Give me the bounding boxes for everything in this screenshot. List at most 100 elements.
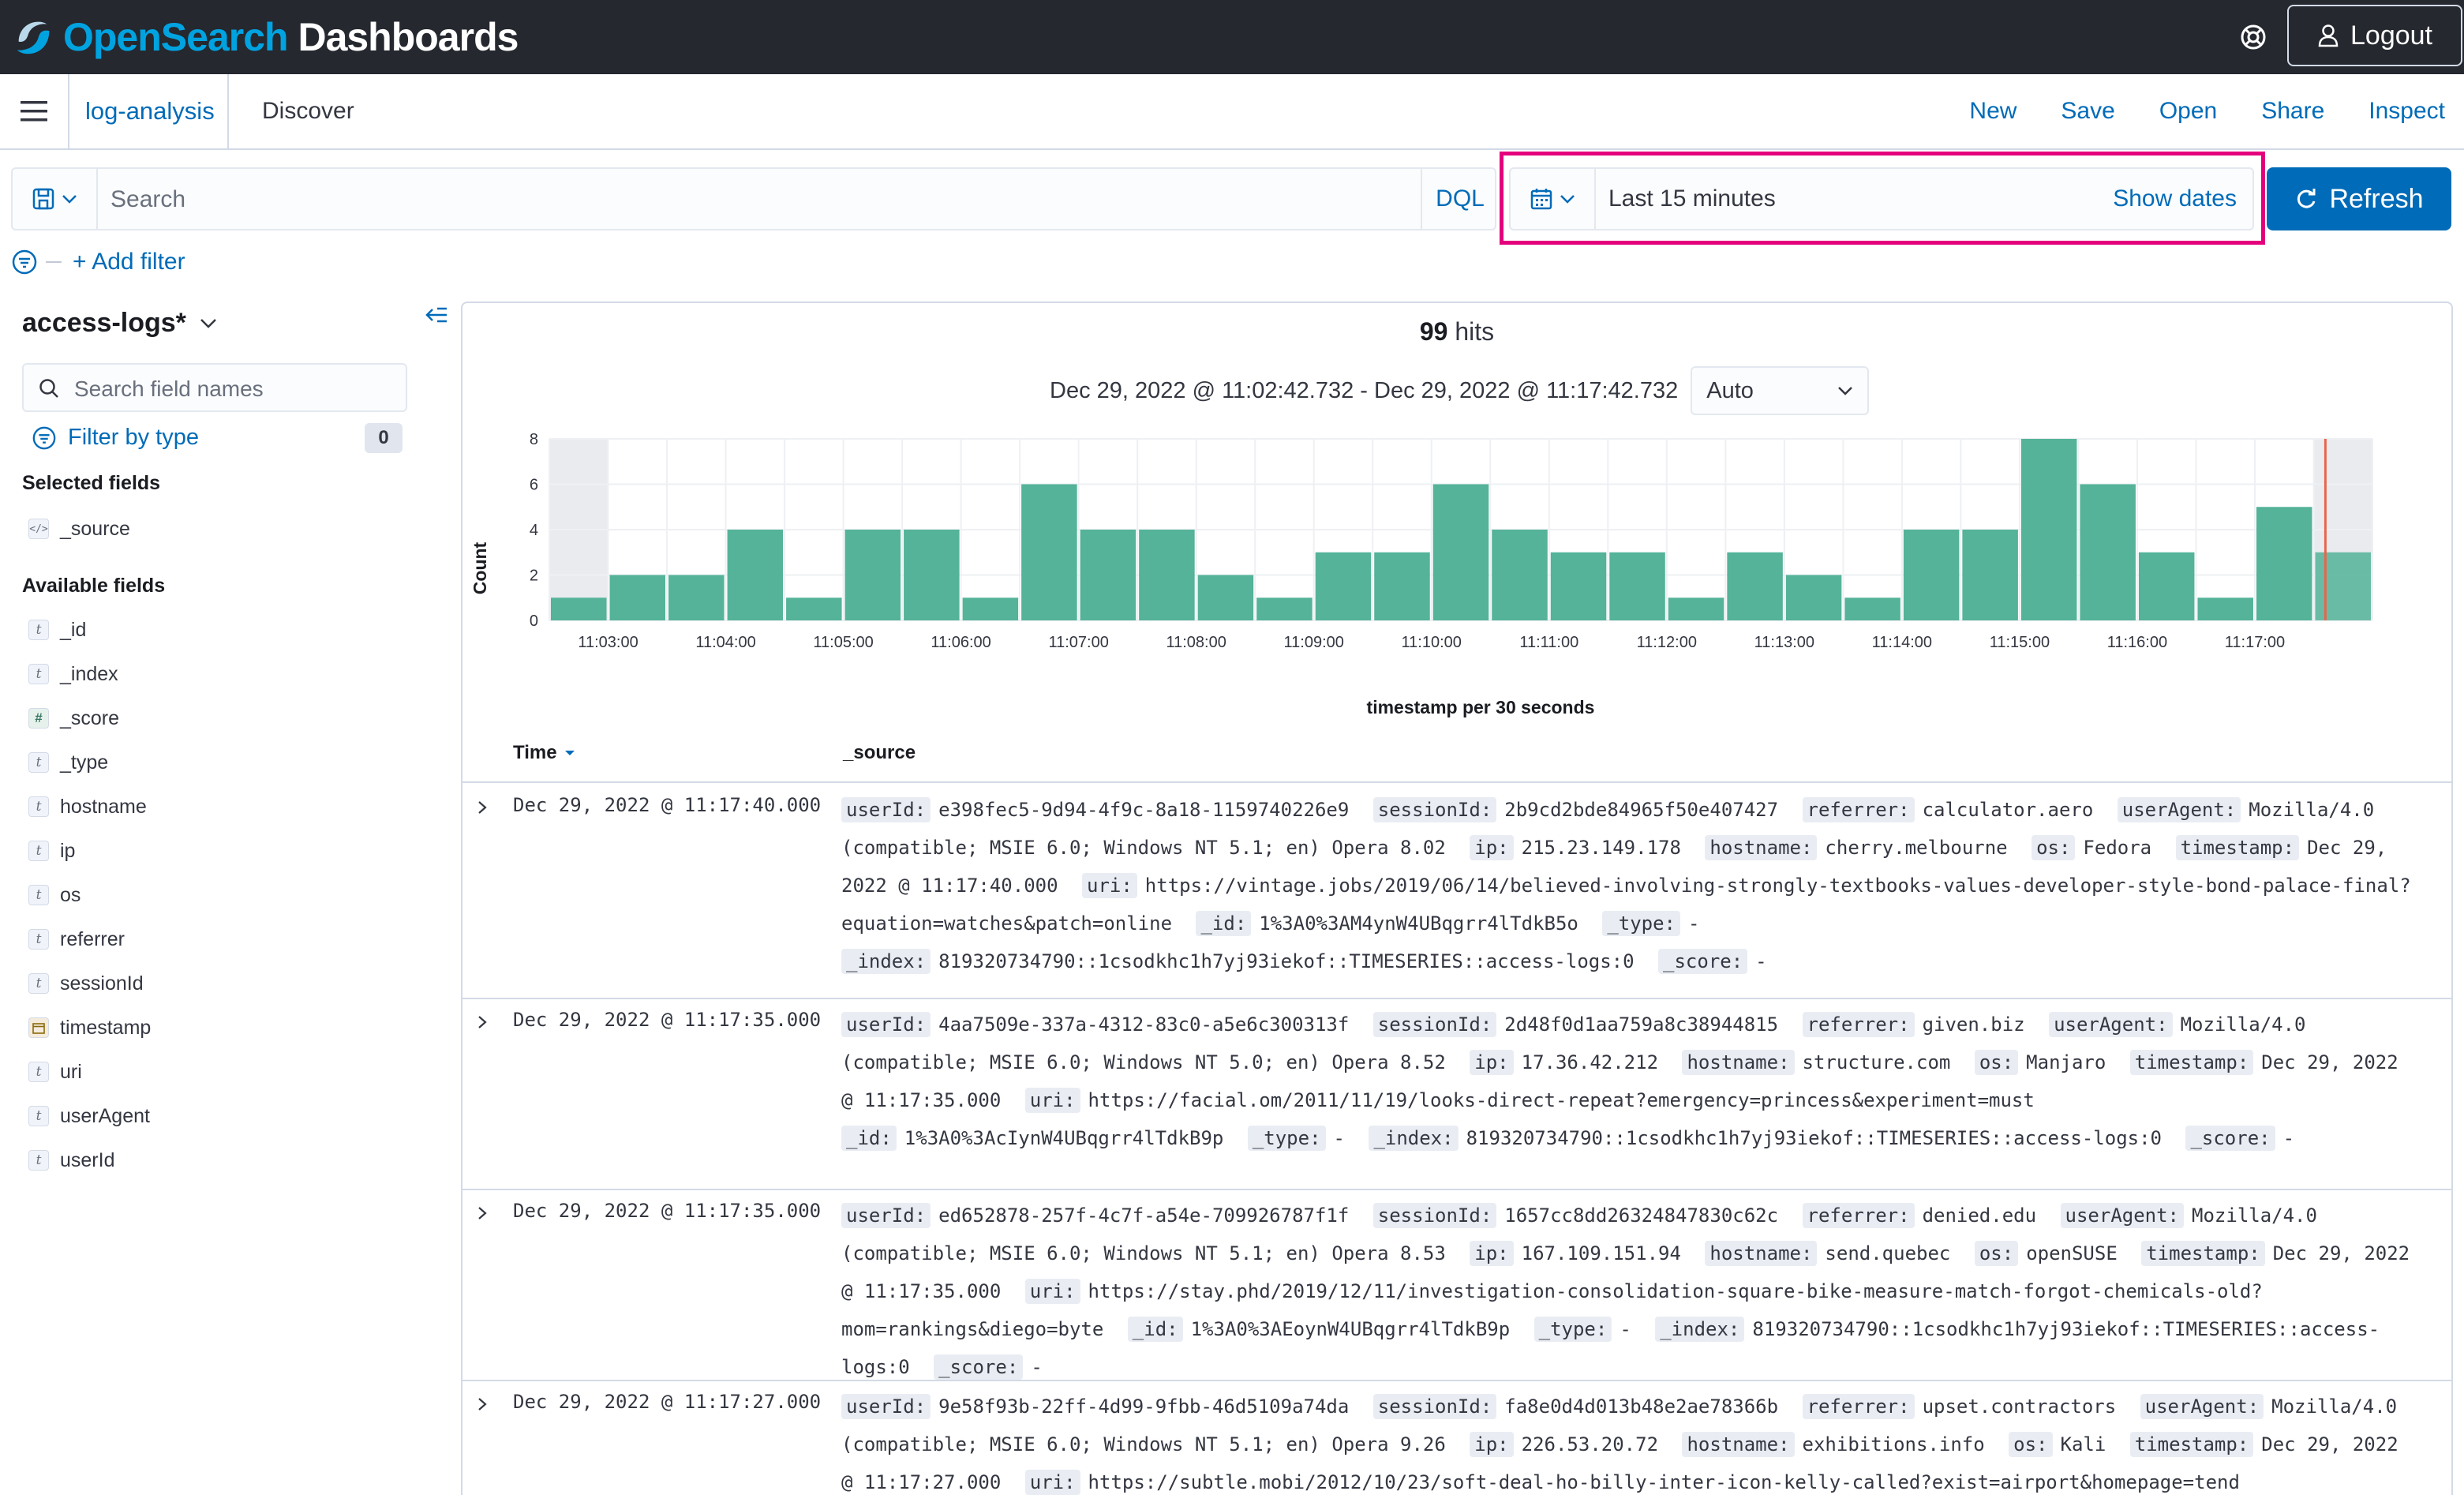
histogram-bar[interactable] [1492,530,1548,620]
logout-button[interactable]: Logout [2287,5,2462,66]
field-item-useragent[interactable]: t userAgent [28,1099,150,1133]
inspect-link[interactable]: Inspect [2369,98,2445,125]
source-field-key: timestamp: [2175,835,2300,860]
save-link[interactable]: Save [2061,98,2114,125]
help-icon[interactable] [2234,17,2273,57]
histogram-bar[interactable] [786,598,842,620]
string-field-icon: t [28,1106,49,1126]
hits-label: hits [1447,317,1495,346]
source-field-value: cherry.melbourne [1825,837,2008,859]
filter-by-type-button[interactable]: Filter by type [32,425,199,451]
field-item-os[interactable]: t os [28,878,81,912]
available-fields-title: Available fields [22,575,166,597]
histogram-bar[interactable] [1256,598,1313,620]
histogram-bar[interactable] [609,575,666,621]
datepicker: Last 15 minutes Show dates [1509,167,2254,230]
field-item-sessionid[interactable]: t sessionId [28,966,144,1001]
add-filter-button[interactable]: + Add filter [73,249,185,275]
histogram-bar[interactable] [1550,552,1607,620]
field-search-input[interactable] [73,371,399,407]
x-tick-label: 11:16:00 [2107,634,2167,651]
histogram-bar[interactable] [1197,575,1254,621]
histogram-bar[interactable] [2315,552,2371,620]
field-item-timestamp[interactable]: timestamp [28,1010,151,1045]
histogram-bar[interactable] [1785,575,1842,621]
histogram-bar[interactable] [1139,530,1195,620]
histogram-bar[interactable] [2256,507,2312,620]
row-source: userId: ed652878-257f-4c7f-a54e-709926787… [841,1197,2420,1386]
filter-options-icon[interactable] [11,249,38,275]
quick-select-button[interactable] [1511,169,1596,229]
open-link[interactable]: Open [2159,98,2217,125]
histogram-bar[interactable] [1080,530,1137,620]
histogram-bar[interactable] [2138,552,2195,620]
number-field-icon: # [28,708,49,729]
expand-row-chevron-icon[interactable] [472,1012,492,1032]
share-link[interactable]: Share [2261,98,2324,125]
histogram-bar[interactable] [2020,439,2077,620]
source-field-key: userAgent: [2049,1012,2173,1037]
histogram-bar[interactable] [2080,484,2136,621]
field-item-index[interactable]: t _index [28,657,118,691]
histogram-bar[interactable] [962,598,1019,620]
field-item-source[interactable]: </> _source [28,511,130,546]
menu-toggle-button[interactable] [0,74,69,148]
opensearch-logo[interactable]: OpenSearch Dashboards [11,11,519,63]
histogram-bar[interactable] [668,575,725,621]
field-item-userid[interactable]: t userId [28,1143,114,1178]
expand-row-chevron-icon[interactable] [472,1203,492,1223]
saved-queries-button[interactable] [13,169,98,229]
field-item-id[interactable]: t _id [28,613,86,647]
field-item-type[interactable]: t _type [28,745,108,780]
query-language-button[interactable]: DQL [1421,169,1498,229]
histogram-bar[interactable] [1668,598,1724,620]
histogram-bar[interactable] [1021,484,1077,621]
histogram-bar[interactable] [844,530,901,620]
date-range-text[interactable]: Last 15 minutes [1608,169,1776,229]
field-item-score[interactable]: # _score [28,701,119,736]
y-tick-label: 2 [530,568,538,585]
save-disk-icon [32,188,54,210]
histogram-bar[interactable] [1962,530,2018,620]
histogram-bar[interactable] [727,530,784,620]
search-icon [39,379,58,398]
expand-row-chevron-icon[interactable] [472,797,492,818]
search-input[interactable] [109,177,1422,223]
histogram-bar[interactable] [551,598,607,620]
field-name: referrer [60,927,125,950]
histogram-bar[interactable] [904,530,960,620]
histogram-bar[interactable] [2197,598,2253,620]
source-field-icon: </> [28,519,49,539]
histogram-bar[interactable] [1903,530,1960,620]
time-column-header[interactable]: Time [513,742,576,764]
field-item-ip[interactable]: t ip [28,834,75,868]
histogram-chart[interactable]: 0 2 4 6 8 11:03:00 11:04:00 11:05:00 11:06:00 11… [462,421,2451,737]
source-field-value: 1657cc8dd26324847830c62c [1504,1204,1779,1227]
histogram-bar[interactable] [1844,598,1900,620]
source-field-value: 226.53.20.72 [1521,1433,1659,1455]
interval-select[interactable]: Auto [1691,366,1870,415]
source-field-value: - [1031,1356,1043,1378]
breadcrumb-app-link[interactable]: log-analysis [85,74,229,148]
source-field-value: 9e58f93b-22ff-4d99-9fbb-46d5109a74da [938,1395,1350,1418]
field-name: _score [60,706,120,729]
field-item-hostname[interactable]: t hostname [28,789,147,824]
refresh-button[interactable]: Refresh [2267,167,2451,230]
expand-row-chevron-icon[interactable] [472,1394,492,1414]
source-field-key: sessionId: [1372,1394,1497,1419]
histogram-bar[interactable] [1315,552,1372,620]
source-field-key: ip: [1470,1432,1514,1457]
field-item-uri[interactable]: t uri [28,1055,82,1089]
show-dates-link[interactable]: Show dates [2113,169,2237,229]
histogram-bar[interactable] [1432,484,1489,621]
source-field-key: _type: [1247,1126,1326,1151]
field-item-referrer[interactable]: t referrer [28,922,125,957]
histogram-bar[interactable] [1727,552,1783,620]
collapse-sidebar-icon[interactable] [423,303,450,327]
histogram-bar[interactable] [1374,552,1430,620]
y-tick-label: 8 [530,431,538,448]
new-link[interactable]: New [1969,98,2017,125]
index-pattern-selector[interactable]: access-logs* [22,308,218,339]
histogram-bar[interactable] [1609,552,1665,620]
source-field-value: 4aa7509e-337a-4312-83c0-a5e6c300313f [938,1013,1350,1036]
